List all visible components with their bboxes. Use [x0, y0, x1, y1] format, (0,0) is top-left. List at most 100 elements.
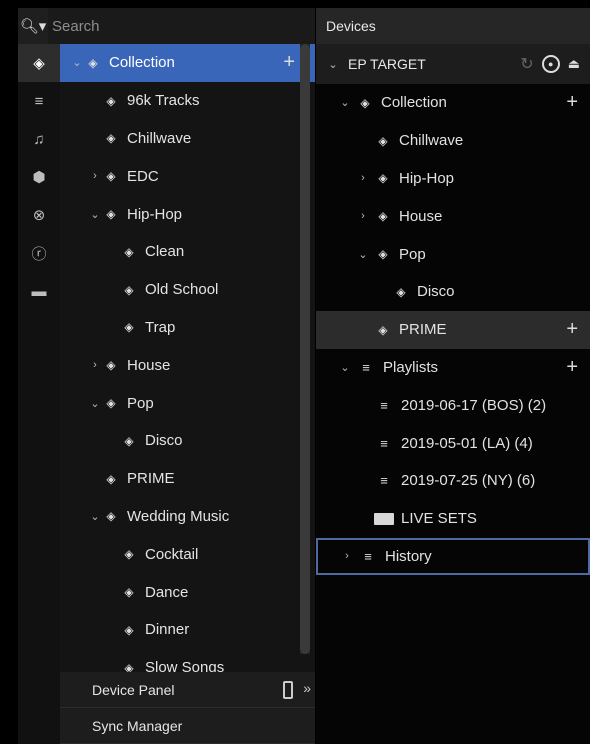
- tree-item-label: Wedding Music: [127, 507, 230, 525]
- crate-icon: ◈: [378, 133, 388, 148]
- tree-item[interactable]: ◈ Cocktail: [60, 535, 315, 573]
- tree-item-label: Trap: [145, 318, 176, 336]
- tree-item-label: Pop: [127, 394, 154, 412]
- tree-item[interactable]: ◈ 96k Tracks: [60, 82, 315, 120]
- device-tree-item[interactable]: ≡ 2019-07-25 (NY) (6): [316, 462, 590, 500]
- scrollbar-thumb[interactable]: [300, 44, 310, 654]
- device-tree-item[interactable]: ⌄ ◈ Collection +: [316, 84, 590, 122]
- folder-icon[interactable]: ▬: [18, 272, 60, 310]
- playlist-icon: ≡: [380, 435, 388, 451]
- device-tree-item[interactable]: › ◈ Hip-Hop: [316, 160, 590, 198]
- tree-item[interactable]: ◈ Old School: [60, 271, 315, 309]
- tree-item[interactable]: ◈ Disco: [60, 422, 315, 460]
- expand-icon[interactable]: »: [303, 680, 311, 696]
- usb-icon: [283, 681, 293, 699]
- device-tree-item[interactable]: ≡ 2019-05-01 (LA) (4): [316, 424, 590, 462]
- tree-item[interactable]: ⌄ ◈ Pop: [60, 384, 315, 422]
- device-panel-button[interactable]: Device Panel »: [60, 672, 315, 708]
- crate-icon: ◈: [124, 585, 134, 600]
- music-icon[interactable]: ♫: [18, 120, 60, 158]
- add-icon[interactable]: +: [566, 318, 578, 341]
- device-tree-item[interactable]: › ◈ House: [316, 197, 590, 235]
- crate-icon: ◈: [106, 471, 116, 486]
- add-icon[interactable]: +: [566, 356, 578, 379]
- crate-icon: ◈: [360, 95, 370, 110]
- streaming-icon[interactable]: ⊗: [18, 196, 60, 234]
- tree-item-label: Pop: [399, 245, 426, 263]
- tree-item-label: Playlists: [383, 358, 439, 376]
- refresh-icon[interactable]: ↻: [520, 54, 533, 74]
- chevron-down-icon[interactable]: ⌄: [70, 56, 84, 69]
- tree-item-label: Hip-Hop: [127, 205, 183, 223]
- tree-item[interactable]: ◈ PRIME: [60, 460, 315, 498]
- device-target-row[interactable]: ⌄ EP TARGET ↻ ● ⏏: [316, 44, 590, 84]
- tree-item-label: History: [385, 547, 432, 565]
- tree-item-label: Chillwave: [127, 129, 192, 147]
- crate-icon: ◈: [396, 284, 406, 299]
- source-icon-bar: ◈ ≡ ♫ ⬢ ⊗ ⓡ ▬: [18, 44, 60, 744]
- tree-item[interactable]: ◈ Clean: [60, 233, 315, 271]
- crate-icon: ◈: [124, 282, 134, 297]
- chevron-down-icon[interactable]: ⌄: [88, 208, 102, 221]
- tree-item[interactable]: ⌄ ◈ Collection +: [60, 44, 315, 82]
- rekordbox-icon[interactable]: ⓡ: [18, 234, 60, 272]
- chevron-right-icon[interactable]: ›: [356, 210, 370, 222]
- tree-item-label: Disco: [417, 283, 455, 301]
- device-tree-item[interactable]: › ≡ History: [316, 537, 590, 576]
- devices-header: Devices: [316, 8, 590, 44]
- tree-item[interactable]: › ◈ EDC: [60, 157, 315, 195]
- eject-icon[interactable]: ⏏: [568, 56, 580, 72]
- playlist-icon[interactable]: ≡: [18, 82, 60, 120]
- tree-item[interactable]: ◈ Slow Songs: [60, 649, 315, 672]
- device-tree-item[interactable]: ≡ 2019-06-17 (BOS) (2): [316, 386, 590, 424]
- crate-icon: ◈: [106, 93, 116, 108]
- chevron-down-icon[interactable]: ⌄: [88, 510, 102, 523]
- search-icon[interactable]: 🔍︎▾: [18, 8, 48, 44]
- bottom-panel: Device Panel » Sync Manager: [60, 672, 315, 744]
- device-tree-item[interactable]: ◈ PRIME +: [316, 310, 590, 349]
- search-input[interactable]: [48, 8, 315, 44]
- chevron-down-icon[interactable]: ⌄: [88, 397, 102, 410]
- tree-item-label: Disco: [145, 432, 183, 450]
- chevron-down-icon[interactable]: ⌄: [356, 248, 370, 261]
- box-icon[interactable]: ⬢: [18, 158, 60, 196]
- sync-manager-button[interactable]: Sync Manager: [60, 708, 315, 744]
- add-icon[interactable]: +: [566, 91, 578, 114]
- library-tree: ⌄ ◈ Collection + ◈ 96k Tracks ◈ Chillwave › ◈ EDC ⌄…: [60, 44, 315, 672]
- chevron-right-icon[interactable]: ›: [356, 172, 370, 184]
- device-tree-item[interactable]: ⌄ ≡ Playlists +: [316, 349, 590, 387]
- tree-item[interactable]: ◈ Dance: [60, 573, 315, 611]
- devices-title: Devices: [326, 18, 376, 34]
- tree-item[interactable]: ⌄ ◈ Hip-Hop: [60, 195, 315, 233]
- crate-icon: ◈: [124, 433, 134, 448]
- chevron-right-icon[interactable]: ›: [88, 170, 102, 182]
- tree-item-label: House: [127, 356, 171, 374]
- playlist-icon: ≡: [364, 548, 372, 564]
- tree-item-label: 2019-06-17 (BOS) (2): [401, 396, 547, 414]
- tree-item[interactable]: ◈ Chillwave: [60, 120, 315, 158]
- crate-icon: ◈: [106, 358, 116, 373]
- tree-item[interactable]: ◈ Trap: [60, 309, 315, 347]
- tree-item-label: Cocktail: [145, 545, 199, 563]
- tree-item[interactable]: › ◈ House: [60, 346, 315, 384]
- tree-item[interactable]: ⌄ ◈ Wedding Music: [60, 498, 315, 536]
- device-tree-item[interactable]: ◈ Disco: [316, 273, 590, 311]
- tree-item-label: Collection: [109, 54, 175, 72]
- tree-item[interactable]: ◈ Dinner: [60, 611, 315, 649]
- chevron-down-icon[interactable]: ⌄: [338, 96, 352, 109]
- chevron-down-icon[interactable]: ⌄: [326, 58, 340, 71]
- tree-item-label: Old School: [145, 281, 219, 299]
- chevron-down-icon[interactable]: ⌄: [338, 361, 352, 374]
- device-tree-item[interactable]: ◈ Chillwave: [316, 122, 590, 160]
- device-tree-item[interactable]: ⌄ ◈ Pop: [316, 235, 590, 273]
- user-icon[interactable]: ●: [541, 55, 560, 73]
- device-tree: ⌄ ◈ Collection + ◈ Chillwave › ◈ Hip-Hop › ◈ House ⌄…: [316, 84, 590, 744]
- chevron-right-icon[interactable]: ›: [88, 359, 102, 371]
- collection-icon[interactable]: ◈: [18, 44, 60, 82]
- tree-scrollbar[interactable]: [300, 44, 310, 654]
- crate-icon: ◈: [124, 660, 134, 672]
- crate-icon: ◈: [106, 509, 116, 524]
- device-tree-item[interactable]: LIVE SETS: [316, 500, 590, 538]
- add-icon[interactable]: +: [283, 51, 295, 74]
- chevron-right-icon[interactable]: ›: [340, 550, 354, 562]
